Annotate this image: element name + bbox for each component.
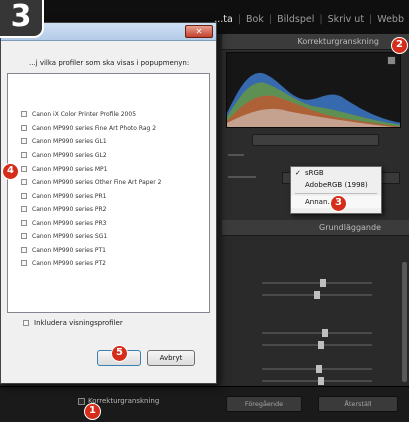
create-proof-copy-button[interactable] [252, 134, 379, 146]
step-marker-4: 4 [2, 163, 19, 180]
slider-exposure[interactable] [262, 329, 372, 337]
list-item[interactable]: Canon MP990 series SG1 [21, 231, 107, 241]
checkbox[interactable] [21, 166, 27, 172]
checkbox[interactable] [21, 138, 27, 144]
histogram-graph [227, 72, 400, 127]
histogram [226, 52, 401, 128]
list-item[interactable]: Canon MP990 series Fine Art Photo Rag 2 [21, 123, 156, 133]
profile-label-line [228, 176, 256, 178]
list-item[interactable]: Canon MP990 series Other Fine Art Paper … [21, 177, 161, 187]
slider-knob[interactable] [318, 377, 324, 385]
profile-name: Canon MP990 series PR1 [32, 192, 107, 200]
profile-name: Canon MP990 series PR2 [32, 205, 107, 213]
checkbox[interactable] [21, 179, 27, 185]
list-item[interactable]: Canon MP990 series PT1 [21, 245, 106, 255]
module-tab-slideshow[interactable]: Bildspel [272, 14, 319, 25]
cancel-button[interactable]: Avbryt [147, 350, 195, 366]
label-line [228, 154, 244, 156]
module-nav: ...ta | Bok | Bildspel | Skriv ut | Webb [209, 10, 409, 28]
checkbox[interactable] [21, 125, 27, 131]
step-marker-5: 5 [111, 345, 128, 362]
step-marker-1: 1 [84, 403, 101, 420]
soft-proof-checkbox[interactable] [78, 397, 85, 405]
slider-knob[interactable] [322, 329, 328, 337]
profile-list[interactable]: Canon iX Color Printer Profile 2005 Cano… [7, 73, 210, 313]
menu-item-label: AdobeRGB (1998) [305, 181, 368, 189]
module-tab-web[interactable]: Webb [372, 14, 409, 25]
checkbox[interactable] [21, 260, 27, 266]
slider-knob[interactable] [316, 365, 322, 373]
slider-temp[interactable] [262, 279, 372, 287]
module-tab-print[interactable]: Skriv ut [323, 14, 369, 25]
checkbox[interactable] [21, 111, 27, 117]
menu-item-label: sRGB [305, 169, 324, 177]
reset-button[interactable]: Återställ [318, 396, 398, 412]
slider-highlights[interactable] [262, 365, 372, 373]
profile-name: Canon MP990 series GL1 [32, 137, 107, 145]
slider-knob[interactable] [318, 341, 324, 349]
profile-name: Canon MP990 series PT2 [32, 259, 106, 267]
menu-divider [295, 193, 377, 194]
profile-name: Canon MP990 series SG1 [32, 232, 108, 240]
list-item[interactable]: Canon MP990 series PR1 [21, 191, 106, 201]
dialog-instruction: ...j vilka profiler som ska visas i popu… [29, 59, 190, 67]
slider-knob[interactable] [320, 279, 326, 287]
list-item[interactable]: Canon MP990 series PT2 [21, 258, 106, 268]
step-title-badge: 3 [0, 0, 44, 38]
slider-knob[interactable] [314, 291, 320, 299]
step-marker-2: 2 [391, 37, 408, 54]
menu-item-adobergb[interactable]: AdobeRGB (1998) [291, 179, 381, 191]
include-display-profiles[interactable]: Inkludera visningsprofiler [23, 319, 123, 327]
profile-name: Canon MP990 series MP1 [32, 165, 108, 173]
checkbox[interactable] [21, 247, 27, 253]
bottom-toolbar: Korrekturgranskning Föregående Återställ [0, 386, 409, 422]
slider-contrast[interactable] [262, 341, 372, 349]
clipping-warning-icon[interactable] [387, 56, 396, 65]
profile-name: Canon MP990 series PT1 [32, 246, 106, 254]
list-item[interactable]: Canon MP990 series GL1 [21, 136, 107, 146]
checkbox[interactable] [21, 233, 27, 239]
choose-profiles-dialog: ✕ ...j vilka profiler som ska visas i po… [0, 22, 217, 384]
slider-tint[interactable] [262, 291, 372, 299]
basic-panel: Grundläggande [222, 220, 409, 386]
include-label: Inkludera visningsprofiler [34, 319, 123, 327]
list-item[interactable]: Canon MP990 series GL2 [21, 150, 107, 160]
list-item[interactable]: Canon iX Color Printer Profile 2005 [21, 109, 136, 119]
check-icon: ✓ [295, 169, 301, 177]
checkbox[interactable] [21, 206, 27, 212]
close-icon[interactable]: ✕ [185, 25, 213, 38]
step-marker-3: 3 [330, 195, 347, 212]
profile-name: Canon iX Color Printer Profile 2005 [32, 110, 137, 118]
previous-button[interactable]: Föregående [226, 396, 302, 412]
basic-panel-header[interactable]: Grundläggande [222, 220, 409, 236]
soft-proof-toggle-label: Korrekturgranskning [88, 397, 160, 405]
soft-proof-panel-header[interactable]: Korrekturgranskning [222, 34, 409, 50]
slider-shadows[interactable] [262, 377, 372, 385]
module-tab-book[interactable]: Bok [241, 14, 269, 25]
profile-name: Canon MP990 series PR3 [32, 219, 107, 227]
list-item[interactable]: Canon MP990 series PR2 [21, 204, 106, 214]
checkbox[interactable] [21, 152, 27, 158]
list-item[interactable]: Canon MP990 series MP1 [21, 164, 108, 174]
checkbox[interactable] [21, 193, 27, 199]
panel-scrollbar[interactable] [402, 262, 407, 382]
menu-item-srgb[interactable]: ✓ sRGB [291, 167, 381, 179]
profile-name: Canon MP990 series Other Fine Art Paper … [32, 178, 162, 186]
list-item[interactable]: Canon MP990 series PR3 [21, 218, 106, 228]
checkbox[interactable] [21, 220, 27, 226]
include-checkbox[interactable] [23, 320, 29, 326]
profile-name: Canon MP990 series GL2 [32, 151, 107, 159]
profile-name: Canon MP990 series Fine Art Photo Rag 2 [32, 124, 157, 132]
